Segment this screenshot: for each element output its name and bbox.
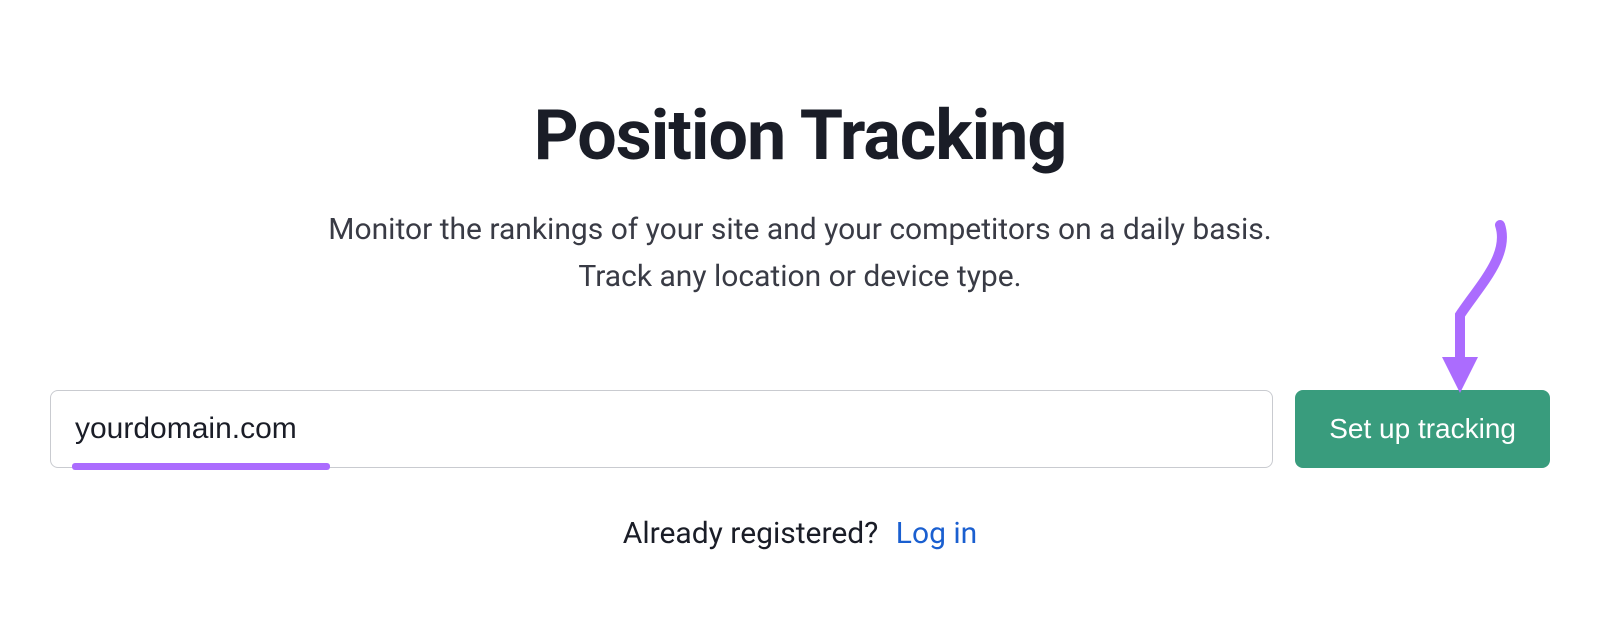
subtitle-line-1: Monitor the rankings of your site and yo… [328,212,1271,247]
domain-input[interactable] [50,390,1273,468]
highlight-underline [72,463,330,470]
page-subtitle: Monitor the rankings of your site and yo… [50,207,1550,300]
subtitle-line-2: Track any location or device type. [578,259,1021,294]
page-title: Position Tracking [50,95,1550,177]
tracking-form: Set up tracking [50,390,1550,468]
domain-input-wrap [50,390,1273,468]
login-prompt: Already registered? [623,516,879,551]
login-row: Already registered? Log in [50,516,1550,551]
setup-tracking-button[interactable]: Set up tracking [1295,390,1550,468]
main-container: Position Tracking Monitor the rankings o… [50,0,1550,625]
login-link[interactable]: Log in [896,516,977,551]
